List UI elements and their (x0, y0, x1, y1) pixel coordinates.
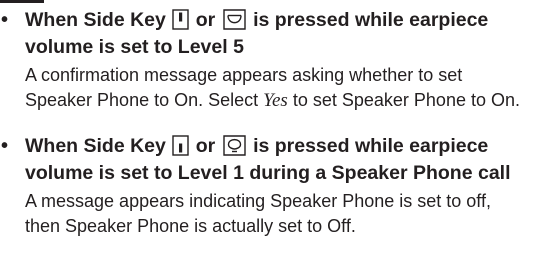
side-key-up-icon (172, 9, 189, 30)
side-key-down-icon (172, 135, 189, 156)
list-item: • When Side Key or is pressed while earp… (0, 7, 559, 113)
top-rule (0, 0, 44, 3)
item-description: A confirmation message appears asking wh… (25, 65, 520, 111)
list-item: • When Side Key or is pressed while earp… (0, 133, 559, 239)
item-description: A message appears indicating Speaker Pho… (25, 191, 491, 236)
bullet: • (1, 9, 9, 31)
item-heading: • When Side Key or is pressed while earp… (1, 135, 511, 184)
yes-option-text: Yes (263, 90, 288, 111)
earpiece-key-icon (222, 9, 247, 30)
speaker-key-icon (222, 135, 247, 156)
bullet: • (1, 135, 9, 157)
item-heading: • When Side Key or is pressed while earp… (1, 9, 489, 58)
